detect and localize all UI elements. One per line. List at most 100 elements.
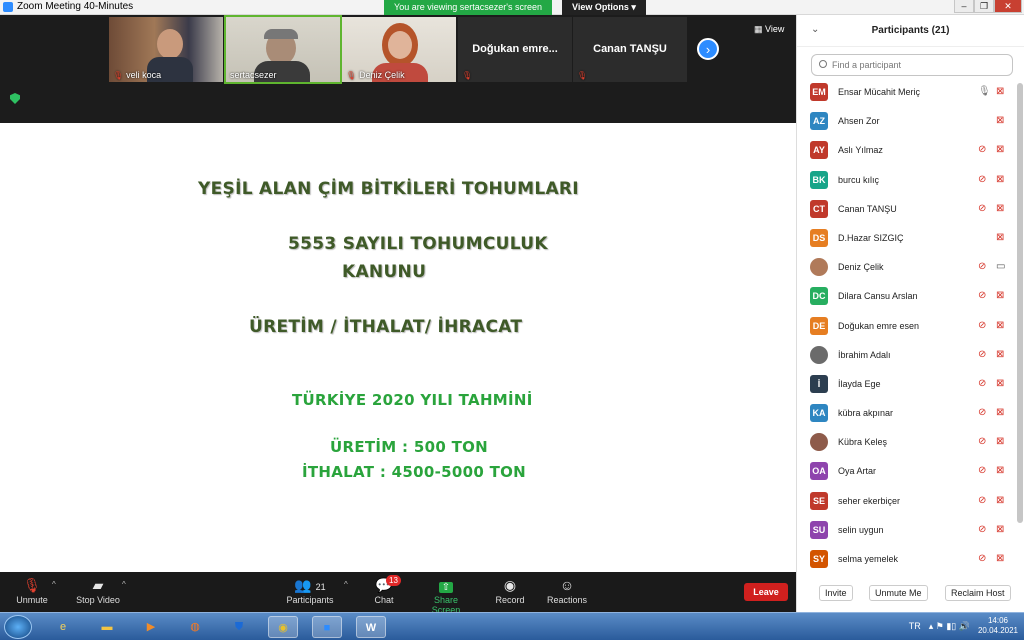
slide-estimate-title: TÜRKİYE 2020 YILI TAHMİNİ xyxy=(292,391,533,409)
video-tile-veli-koca[interactable]: 🎙 veli koca xyxy=(109,17,223,82)
video-tile-dogukan[interactable]: Doğukan emre... 🎙 xyxy=(458,17,572,82)
participant-row[interactable]: OA Oya Artar ⊘ ⊠ xyxy=(797,460,1017,489)
security-shield-icon[interactable] xyxy=(10,93,20,104)
zoom-taskbar-icon[interactable]: ■ xyxy=(312,616,342,638)
participant-row[interactable]: DE Doğukan emre esen ⊘ ⊠ xyxy=(797,315,1017,344)
mic-muted-icon: ⊘ xyxy=(978,144,987,156)
avatar-photo xyxy=(810,345,828,364)
meeting-toolbar: 🎙 Unmute ^ ▰ Stop Video ^ 👥 21 Participa… xyxy=(0,572,796,615)
mic-muted-icon: ⊘ xyxy=(978,319,987,331)
start-button[interactable] xyxy=(4,615,32,639)
folder-icon[interactable]: ▬ xyxy=(92,616,122,638)
video-off-icon: ⊠ xyxy=(996,523,1005,535)
audio-options-caret[interactable]: ^ xyxy=(52,580,56,589)
word-icon[interactable]: W xyxy=(356,616,386,638)
participant-name: Canan TANŞU xyxy=(838,203,897,214)
video-off-icon: ⊠ xyxy=(996,86,1005,97)
participant-name: Deniz Çelik xyxy=(838,262,884,273)
firefox-icon[interactable]: ◍ xyxy=(180,616,210,638)
avatar: CT xyxy=(810,199,828,218)
participant-row[interactable]: KA kübra akpınar ⊘ ⊠ xyxy=(797,402,1017,431)
participant-name: kübra akpınar xyxy=(838,408,894,419)
participants-options-caret[interactable]: ^ xyxy=(344,580,348,589)
video-off-icon: ⊠ xyxy=(996,115,1005,127)
participant-row[interactable]: AZ Ahsen Zor ⊠ xyxy=(797,110,1017,139)
participant-search-input[interactable]: Find a participant xyxy=(811,54,1013,76)
panel-scrollbar[interactable] xyxy=(1017,83,1023,523)
internet-explorer-icon[interactable]: e xyxy=(48,616,78,638)
participants-button[interactable]: 👥 21 Participants xyxy=(284,575,336,605)
unmute-me-button[interactable]: Unmute Me xyxy=(869,585,928,601)
maximize-button[interactable]: ❐ xyxy=(974,0,994,13)
mic-muted-icon: 🎙 xyxy=(577,71,588,80)
participant-name: Ensar Mücahit Meriç xyxy=(838,87,921,97)
participant-name: Oya Artar xyxy=(838,466,877,477)
close-button[interactable]: ✕ xyxy=(994,0,1022,13)
participant-name: Doğukan emre... xyxy=(472,43,558,55)
video-off-icon: ⊠ xyxy=(996,173,1005,185)
video-tile-deniz-celik[interactable]: 🎙 Deniz Çelik xyxy=(342,17,456,82)
shield-app-icon[interactable]: ⛊ xyxy=(224,616,254,638)
tray-icons[interactable]: ▴ ⚑ ▮▯ 🔊 xyxy=(929,621,970,632)
mic-muted-icon: 🎙 xyxy=(462,71,473,80)
window-controls: – ❐ ✕ xyxy=(954,0,1022,13)
language-indicator[interactable]: TR xyxy=(909,621,921,631)
avatar: AY xyxy=(810,141,828,160)
participant-row[interactable]: SE seher ekerbiçer ⊘ ⊠ xyxy=(797,490,1017,519)
participant-name: Canan TANŞU xyxy=(593,43,667,55)
share-arrow-icon: ⇧ xyxy=(420,575,472,595)
media-player-icon[interactable]: ▶ xyxy=(136,616,166,638)
chrome-icon[interactable]: ◉ xyxy=(268,616,298,638)
minimize-button[interactable]: – xyxy=(954,0,974,13)
stop-video-button[interactable]: ▰ Stop Video xyxy=(74,575,122,605)
participant-row[interactable]: SU selin uygun ⊘ ⊠ xyxy=(797,519,1017,548)
video-camera-icon: ▰ xyxy=(92,577,104,593)
participant-row[interactable]: DS D.Hazar SIZGIÇ ⊠ xyxy=(797,227,1017,256)
unmute-button[interactable]: 🎙 Unmute xyxy=(14,575,50,605)
participant-row[interactable]: EM Ensar Mücahit Meriç 🎙 ⊠ xyxy=(797,81,1017,110)
mic-muted-icon: ⊘ xyxy=(978,523,987,535)
video-tile-sertacsezer[interactable]: sertacsezer xyxy=(224,15,342,84)
participant-row[interactable]: Kübra Keleş ⊘ ⊠ xyxy=(797,431,1017,460)
participants-panel: ⌄ Participants (21) Find a participant E… xyxy=(796,15,1024,612)
reactions-button[interactable]: ☺ Reactions xyxy=(546,575,588,605)
zoom-app-icon xyxy=(3,2,13,12)
slide-trade-line: ÜRETİM / İTHALAT/ İHRACAT xyxy=(249,317,523,337)
record-button[interactable]: ◉ Record xyxy=(494,575,526,605)
video-off-icon: ⊠ xyxy=(996,144,1005,156)
avatar: SE xyxy=(810,491,828,510)
meeting-stage: 🎙 veli koca sertacsezer 🎙 Deniz Çelik Doğu… xyxy=(0,15,796,572)
mic-muted-icon: ⊘ xyxy=(978,494,987,506)
video-tile-label: 🎙 Deniz Çelik xyxy=(346,70,405,80)
reclaim-host-button[interactable]: Reclaim Host xyxy=(945,585,1011,601)
window-title: Zoom Meeting 40-Minutes xyxy=(17,1,134,12)
participant-row[interactable]: CT Canan TANŞU ⊘ ⊠ xyxy=(797,198,1017,227)
participant-row[interactable]: Deniz Çelik ⊘ ▭ xyxy=(797,256,1017,285)
view-layout-button[interactable]: ▦ View xyxy=(754,24,784,35)
participant-row[interactable]: İ İlayda Ege ⊘ ⊠ xyxy=(797,373,1017,402)
mic-muted-icon: ⊘ xyxy=(978,348,987,360)
video-tile-canan-tansu[interactable]: Canan TANŞU 🎙 xyxy=(573,17,687,82)
shared-screen-slide: YEŞİL ALAN ÇİM BİTKİLERİ TOHUMLARI 5553 … xyxy=(0,123,796,572)
participant-row[interactable]: AY Aslı Yılmaz ⊘ ⊠ xyxy=(797,139,1017,168)
video-off-icon: ⊠ xyxy=(996,202,1005,214)
share-screen-button[interactable]: ⇧ Share Screen xyxy=(420,575,472,615)
avatar: DE xyxy=(810,316,828,335)
next-page-button[interactable]: › xyxy=(697,38,719,60)
clock[interactable]: 14:06 20.04.2021 xyxy=(978,616,1018,636)
video-options-caret[interactable]: ^ xyxy=(122,580,126,589)
record-icon: ◉ xyxy=(503,577,517,593)
avatar: KA xyxy=(810,404,828,423)
view-options-menu[interactable]: View Options ▾ xyxy=(562,0,646,15)
participant-row[interactable]: BK burcu kılıç ⊘ ⊠ xyxy=(797,169,1017,198)
participant-row[interactable]: DC Dilara Cansu Arslan ⊘ ⊠ xyxy=(797,285,1017,314)
leave-button[interactable]: Leave xyxy=(744,583,788,601)
video-off-icon: ⊠ xyxy=(996,290,1005,302)
participant-row[interactable]: SY selma yemelek ⊘ ⊠ xyxy=(797,548,1017,577)
slide-production: ÜRETİM : 500 TON xyxy=(330,438,489,456)
participant-name: Doğukan emre esen xyxy=(838,320,920,331)
invite-button[interactable]: Invite xyxy=(819,585,853,601)
participant-row[interactable]: İbrahim Adalı ⊘ ⊠ xyxy=(797,344,1017,373)
mic-muted-icon: 🎙 xyxy=(346,70,357,80)
mic-muted-icon: ⊘ xyxy=(978,173,987,185)
